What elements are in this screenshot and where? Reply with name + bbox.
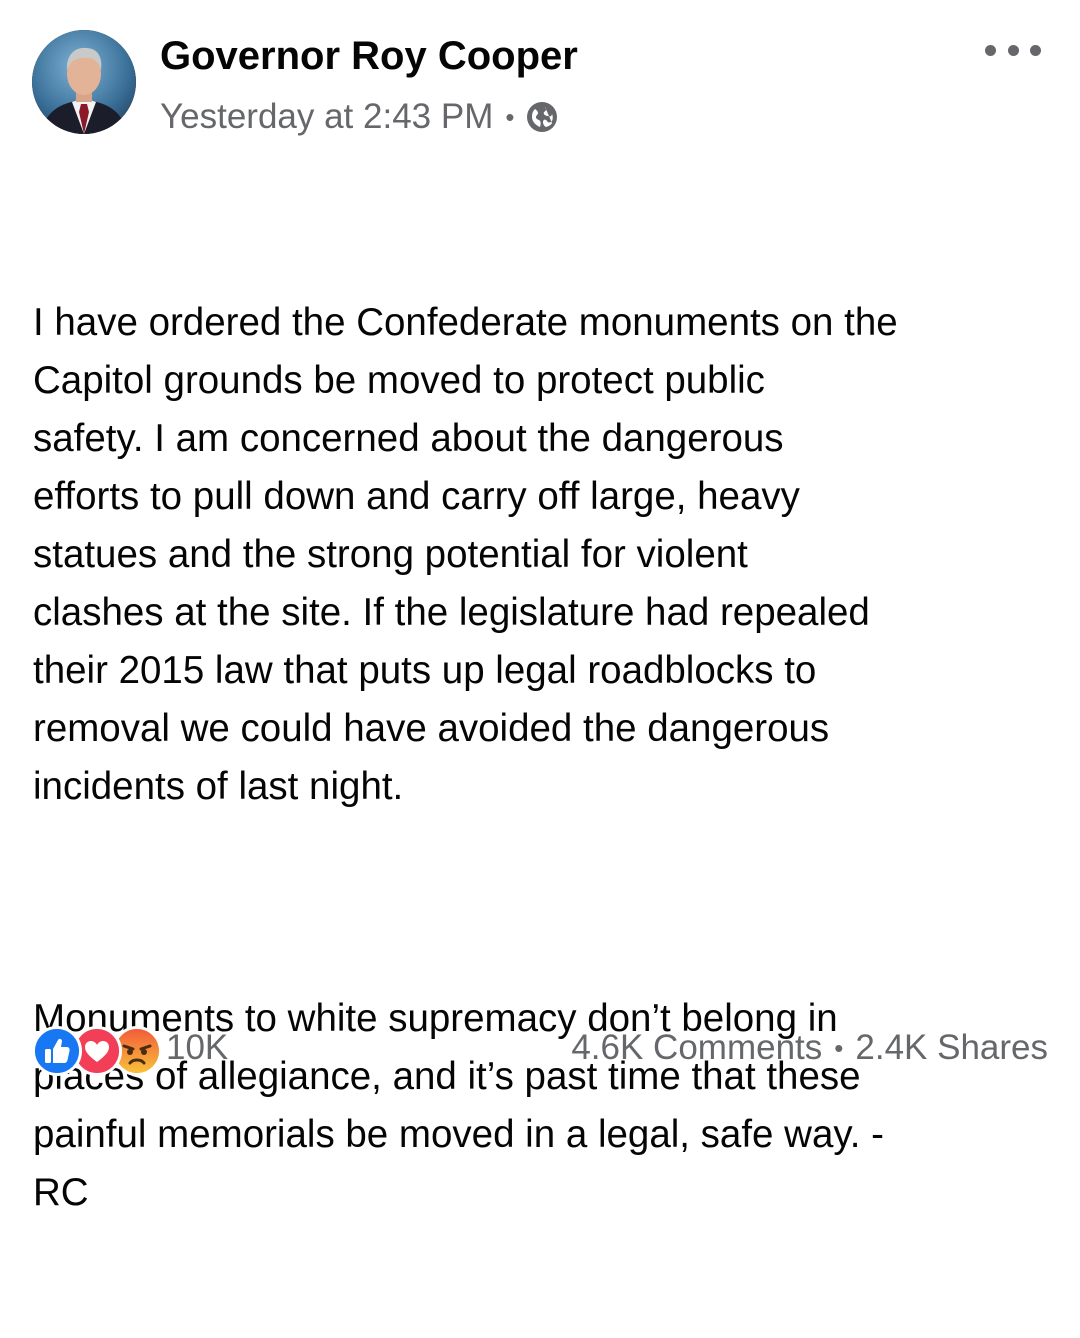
- shares-count-link[interactable]: 2.4K Shares: [855, 1028, 1048, 1068]
- globe-icon[interactable]: [526, 101, 558, 133]
- reaction-count: 10K: [166, 1028, 229, 1067]
- post-body: I have ordered the Confederate monuments…: [33, 178, 1058, 1338]
- facebook-post: Governor Roy Cooper Yesterday at 2:43 PM…: [0, 0, 1080, 1214]
- more-dot-icon: [985, 44, 996, 56]
- more-options-button[interactable]: [985, 36, 1041, 64]
- more-dot-icon: [1007, 44, 1019, 56]
- like-icon: [32, 1026, 82, 1076]
- meta-separator: •: [505, 102, 515, 132]
- reactions-summary[interactable]: 10K: [32, 1024, 229, 1076]
- author-name[interactable]: Governor Roy Cooper: [160, 34, 578, 79]
- profile-photo-icon: [32, 30, 136, 134]
- comments-count-link[interactable]: 4.6K Comments: [571, 1028, 822, 1068]
- reaction-icons: [32, 1024, 162, 1076]
- post-paragraph: I have ordered the Confederate monuments…: [33, 301, 898, 808]
- post-timestamp[interactable]: Yesterday at 2:43 PM: [160, 97, 493, 137]
- post-meta: Yesterday at 2:43 PM •: [160, 94, 558, 140]
- author-avatar[interactable]: [32, 30, 136, 134]
- stats-separator: •: [834, 1032, 844, 1063]
- engagement-stats: 4.6K Comments • 2.4K Shares: [571, 1024, 1048, 1072]
- more-dot-icon: [1030, 44, 1041, 56]
